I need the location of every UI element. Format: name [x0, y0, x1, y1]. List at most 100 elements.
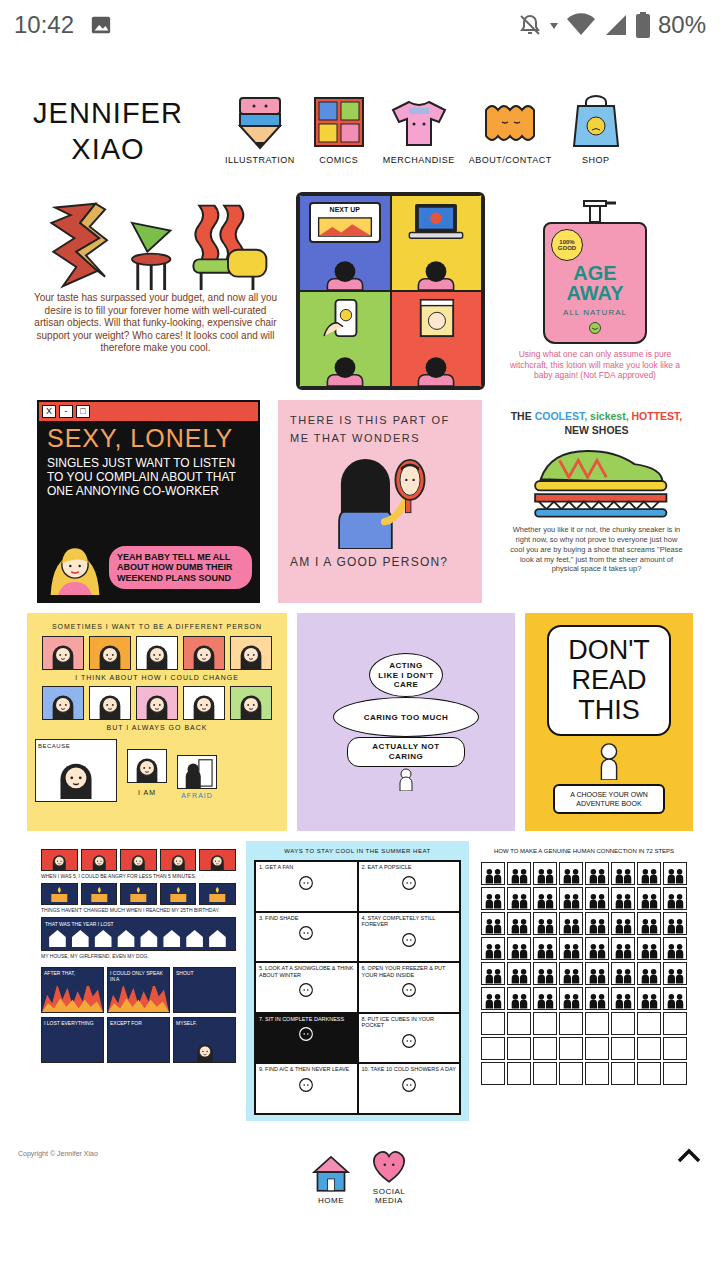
- step-text: 9. FIND A/C & THEN NEVER LEAVE: [259, 1066, 349, 1073]
- comic-panel: MYSELF.: [173, 1017, 236, 1063]
- tshirt-icon: [389, 94, 449, 150]
- step-text: 6. OPEN YOUR FREEZER & PUT YOUR HEAD INS…: [362, 965, 457, 978]
- face-row: [42, 686, 272, 720]
- comic-panel: [481, 912, 505, 935]
- face-icon: [399, 1073, 419, 1095]
- illustration-tile[interactable]: 100% GOODAGE AWAYALL NATURALUsing what o…: [497, 192, 693, 390]
- footer-label: HOME: [309, 1197, 353, 1206]
- logo[interactable]: JENNIFERXIAO: [33, 95, 183, 168]
- nav-item[interactable]: ABOUT/CONTACT: [469, 94, 552, 168]
- comic-panel: [559, 987, 583, 1010]
- nav-item[interactable]: COMICS: [309, 94, 369, 168]
- panel-text: SHOUT: [174, 968, 235, 978]
- comic-panel: [533, 1062, 557, 1085]
- person-back-icon: [411, 258, 461, 290]
- thought-bubble: CARING TOO MUCH: [333, 697, 479, 737]
- nav-item[interactable]: SHOP: [566, 94, 626, 168]
- face-icon: [42, 686, 84, 720]
- comic-panel: [663, 962, 687, 985]
- illustration-tile[interactable]: WAYS TO STAY COOL IN THE SUMMER HEAT1. G…: [246, 841, 469, 1121]
- comic-panel: [663, 912, 687, 935]
- nav-label: COMICS: [319, 154, 358, 168]
- status-left: 10:42: [14, 7, 112, 43]
- face-icon: [89, 636, 131, 670]
- pencil-icon: [230, 94, 290, 150]
- illustration-tile[interactable]: Your taste has surpassed your budget, an…: [27, 192, 284, 390]
- comic-panel: [481, 987, 505, 1010]
- gallery-row: Your taste has surpassed your budget, an…: [27, 192, 693, 390]
- signal-icon: [604, 13, 628, 37]
- step-panel: 4. STAY COMPLETELY STILL FOREVER: [358, 912, 461, 963]
- tile-title: WAYS TO STAY COOL IN THE SUMMER HEAT: [254, 847, 461, 856]
- illustration-tile[interactable]: SOMETIMES I WANT TO BE A DIFFERENT PERSO…: [27, 613, 287, 831]
- illustration-tile[interactable]: NEXT UP: [296, 192, 485, 390]
- logo-line: XIAO: [33, 131, 183, 167]
- comic-panel: I LOST EVERYTHING: [41, 1017, 104, 1063]
- panel-strip: I LOST EVERYTHINGEXCEPT FORMYSELF.: [41, 1017, 236, 1063]
- illustration-tile[interactable]: X-□SEXY, LONELYSINGLES JUST WANT TO LIST…: [37, 400, 260, 603]
- afraid-text: AFRAID: [181, 791, 213, 802]
- brand: AGE AWAY: [551, 263, 639, 303]
- illustration-tile[interactable]: WHEN I WAS 5, I COULD BE ANGRY FOR LESS …: [37, 841, 240, 1121]
- comic-panel: [663, 1037, 687, 1060]
- window-button[interactable]: X: [42, 405, 56, 418]
- nav-item[interactable]: MERCHANDISE: [383, 94, 455, 168]
- image-icon: [90, 14, 112, 36]
- illustration-tile[interactable]: DON'T READ THISA CHOOSE YOUR OWN ADVENTU…: [525, 613, 693, 831]
- person-back-icon: [320, 354, 370, 386]
- comic-panel: [481, 1062, 505, 1085]
- illustration-tile[interactable]: THERE IS THIS PART OF ME THAT WONDERSAM …: [278, 400, 482, 603]
- comic-panel: [637, 962, 661, 985]
- comic-panel: [637, 912, 661, 935]
- window-icon: [406, 298, 466, 338]
- comic-panel: SHOUT: [173, 967, 236, 1013]
- comic-panel: [585, 987, 609, 1010]
- comic-panel: [559, 912, 583, 935]
- face-icon: [230, 636, 272, 670]
- nav-item[interactable]: ILLUSTRATION: [225, 94, 295, 168]
- window-button[interactable]: □: [76, 405, 90, 418]
- status-bar: 10:4280%: [0, 0, 720, 50]
- bell-off-icon: [518, 13, 542, 37]
- comic-panel: [481, 1037, 505, 1060]
- wifi-icon: [566, 13, 596, 37]
- cake-icon: [160, 883, 197, 905]
- step-text: 7. SIT IN COMPLETE DARKNESS: [259, 1016, 344, 1023]
- person-icon: [594, 736, 624, 784]
- woman-icon: [45, 535, 105, 595]
- step-panel: 8. PUT ICE CUBES IN YOUR POCKET: [358, 1013, 461, 1064]
- comic-panel: NEXT UP: [299, 195, 391, 291]
- chevron-up-icon: [676, 1147, 702, 1163]
- comic-panel: [481, 962, 505, 985]
- comic-panel: [481, 862, 505, 885]
- face-icon: [89, 686, 131, 720]
- cake-strip: [41, 883, 236, 905]
- footer-nav-item[interactable]: SOCIAL MEDIA: [367, 1141, 411, 1206]
- comic-panel: I COULD ONLY SPEAK IN A: [107, 967, 170, 1013]
- illustration-tile[interactable]: ACTING LIKE I DON'T CARECARING TOO MUCHA…: [297, 613, 515, 831]
- comic-panel: [481, 1012, 505, 1035]
- comic-panel: [507, 937, 531, 960]
- battery-icon: [636, 12, 650, 38]
- face-icon: [42, 636, 84, 670]
- illustration-tile[interactable]: THE COOLEST, sickest, HOTTEST, NEW SHOES…: [500, 400, 693, 603]
- footer-nav-item[interactable]: HOME: [309, 1150, 353, 1206]
- illustration-tile[interactable]: HOW TO MAKE A GENUINE HUMAN CONNECTION I…: [475, 841, 693, 1121]
- cake-icon: [41, 883, 78, 905]
- phone-icon: [315, 298, 375, 338]
- book-title: DON'T READ THIS: [547, 625, 671, 736]
- step-text: 10. TAKE 10 COLD SHOWERS A DAY: [362, 1066, 456, 1073]
- back-to-top[interactable]: [676, 1147, 702, 1163]
- body-text: SINGLES JUST WANT TO LISTEN TO YOU COMPL…: [39, 453, 258, 502]
- logo-line: JENNIFER: [33, 95, 183, 131]
- face-row: [42, 636, 272, 670]
- window-button[interactable]: -: [59, 405, 73, 418]
- headline-word: THE: [511, 410, 532, 422]
- comic-panel: [559, 962, 583, 985]
- step-text: 8. PUT ICE CUBES IN YOUR POCKET: [362, 1016, 457, 1029]
- comic-panel: [507, 1062, 531, 1085]
- step-panel: 7. SIT IN COMPLETE DARKNESS: [255, 1013, 358, 1064]
- speech-bubble: YEAH BABY TELL ME ALL ABOUT HOW DUMB THE…: [109, 546, 252, 589]
- person-icon: [394, 767, 418, 791]
- comic-panel: [611, 887, 635, 910]
